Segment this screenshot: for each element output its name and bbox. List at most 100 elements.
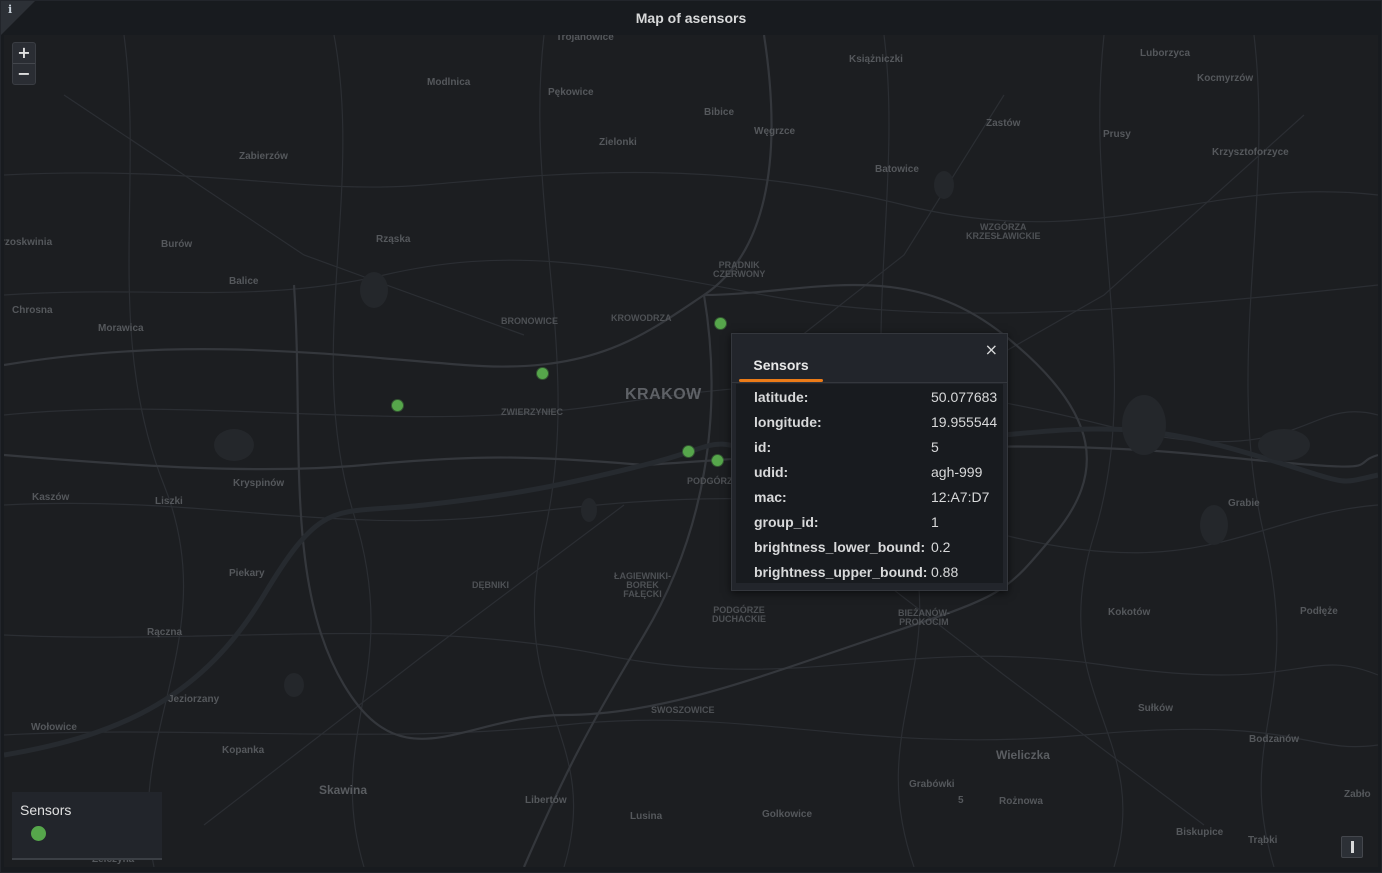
field-value: 1 — [931, 514, 939, 530]
place-label: Lusina — [630, 811, 663, 822]
place-label: Prusy — [1103, 129, 1131, 140]
place-label: KROWODRZA — [611, 313, 672, 323]
place-label: Piekary — [229, 568, 265, 579]
place-label: Liszki — [155, 496, 183, 507]
field-value: agh-999 — [931, 464, 983, 480]
place-label: Rączna — [147, 627, 183, 638]
place-label: Morawica — [98, 323, 144, 334]
place-label: Biskupice — [1176, 827, 1224, 838]
place-label: Wołowice — [31, 722, 77, 733]
sensor-marker[interactable] — [683, 446, 694, 457]
place-label: Książniczki — [849, 54, 903, 65]
place-label: ŁAGIEWNIKI- BOREK FAŁĘCKI — [614, 571, 671, 599]
field-row: id: 5 — [754, 439, 1004, 464]
place-label: DĘBNIKI — [472, 580, 510, 590]
field-value: 0.88 — [931, 564, 959, 580]
place-label: Krzysztoforzyce — [1212, 147, 1289, 158]
place-label: BRONOWICE — [501, 316, 558, 326]
place-label: Kokotów — [1108, 607, 1151, 618]
field-row: mac: 12:A7:D7 — [754, 489, 1004, 514]
place-label: Sułków — [1138, 703, 1174, 714]
place-label: Rząska — [376, 234, 411, 245]
field-key: brightness_upper_bound: — [754, 564, 928, 580]
field-row: longitude: 19.955544 — [754, 414, 1004, 439]
place-label: Bodzanów — [1249, 734, 1299, 745]
legend-title: Sensors — [20, 802, 72, 818]
place-label: Kopanka — [222, 745, 265, 756]
place-label: Burów — [161, 239, 193, 250]
place-label: Trąbki — [1248, 835, 1278, 846]
place-label: Jeziorzany — [168, 694, 220, 705]
field-value: 12:A7:D7 — [931, 489, 990, 505]
place-label: Zastów — [986, 118, 1021, 129]
field-row: brightness_lower_bound: 0.2 — [754, 539, 1004, 564]
place-label: Skawina — [319, 783, 368, 797]
field-key: latitude: — [754, 389, 809, 405]
place-label: Zabło — [1344, 789, 1371, 800]
field-key: id: — [754, 439, 772, 455]
field-value: 19.955544 — [931, 414, 998, 430]
field-key: longitude: — [754, 414, 822, 430]
layer-toggle-button[interactable] — [1341, 836, 1363, 858]
place-label: Trojanowice — [556, 35, 614, 43]
map-panel: i Map of asensors Trojanowice Książniczk… — [0, 0, 1382, 873]
bar-icon — [1351, 841, 1354, 853]
popup-fields: latitude: 50.077683 longitude: 19.955544… — [736, 384, 1003, 583]
place-label: Zielonki — [599, 137, 637, 148]
panel-title[interactable]: Map of asensors — [1, 10, 1381, 26]
field-value: 50.077683 — [931, 389, 998, 405]
place-label: Podłęże — [1300, 606, 1338, 617]
sensor-marker[interactable] — [392, 400, 403, 411]
place-label: Bibice — [704, 107, 735, 118]
place-label: Zabierzów — [239, 151, 288, 162]
place-label: Batowice — [875, 164, 919, 175]
place-label: PODGÓRZ — [687, 476, 733, 486]
place-label: 5 — [958, 795, 964, 806]
sensor-marker[interactable] — [715, 318, 726, 329]
field-key: group_id: — [754, 514, 819, 530]
field-value: 0.2 — [931, 539, 951, 555]
place-label: Pękowice — [548, 87, 594, 98]
place-label: ZWIERZYNIEC — [501, 407, 563, 417]
place-label: Wieliczka — [996, 748, 1050, 762]
popup-divider — [732, 382, 1007, 383]
place-label: Modlnica — [427, 77, 471, 88]
place-label: Kocmyrzów — [1197, 73, 1254, 84]
place-label: BIEŻANÓW- PROKOCIM — [898, 608, 950, 627]
field-key: brightness_lower_bound: — [754, 539, 926, 555]
zoom-control: + − — [12, 42, 36, 85]
place-label: SWOSZOWICE — [651, 705, 715, 715]
sensor-marker[interactable] — [712, 455, 723, 466]
field-value: 5 — [931, 439, 939, 455]
field-key: udid: — [754, 464, 789, 480]
place-label: Golkowice — [762, 809, 813, 820]
field-row: udid: agh-999 — [754, 464, 1004, 489]
zoom-in-button[interactable]: + — [13, 43, 35, 63]
panel-header: i Map of asensors — [1, 1, 1381, 35]
place-label: PODGÓRZE DUCHACKIE — [712, 605, 766, 624]
map-canvas[interactable]: Trojanowice Książniczki Luborzyca Kocmyr… — [4, 35, 1378, 867]
sensor-popup: × Sensors latitude: 50.077683 longitude:… — [731, 333, 1008, 591]
place-label: Luborzyca — [1140, 48, 1191, 59]
place-label: Chrosna — [12, 305, 53, 316]
place-label: Grabówki — [909, 779, 955, 790]
place-label: PRĄDNIK CZERWONY — [713, 260, 766, 279]
place-label: Balice — [229, 276, 259, 287]
place-label: Węgrzce — [754, 126, 796, 137]
field-row: latitude: 50.077683 — [754, 389, 1004, 414]
close-icon[interactable]: × — [985, 340, 998, 359]
tab-sensors[interactable]: Sensors — [740, 354, 822, 381]
place-label: Kryspinów — [233, 478, 285, 489]
place-label: Grabie — [1228, 498, 1260, 509]
field-row: brightness_upper_bound: 0.88 — [754, 564, 1004, 589]
sensor-marker[interactable] — [537, 368, 548, 379]
place-label: WZGÓRZA KRZESŁAWICKIE — [966, 222, 1041, 241]
legend-swatch-icon — [31, 826, 46, 841]
place-label: Libertów — [525, 795, 567, 806]
zoom-out-button[interactable]: − — [13, 63, 35, 84]
map-legend: Sensors — [12, 792, 162, 860]
field-row: group_id: 1 — [754, 514, 1004, 539]
place-label: Rożnowa — [999, 796, 1043, 807]
place-label: Kaszów — [32, 492, 70, 503]
place-label: KRAKOW — [625, 386, 702, 403]
